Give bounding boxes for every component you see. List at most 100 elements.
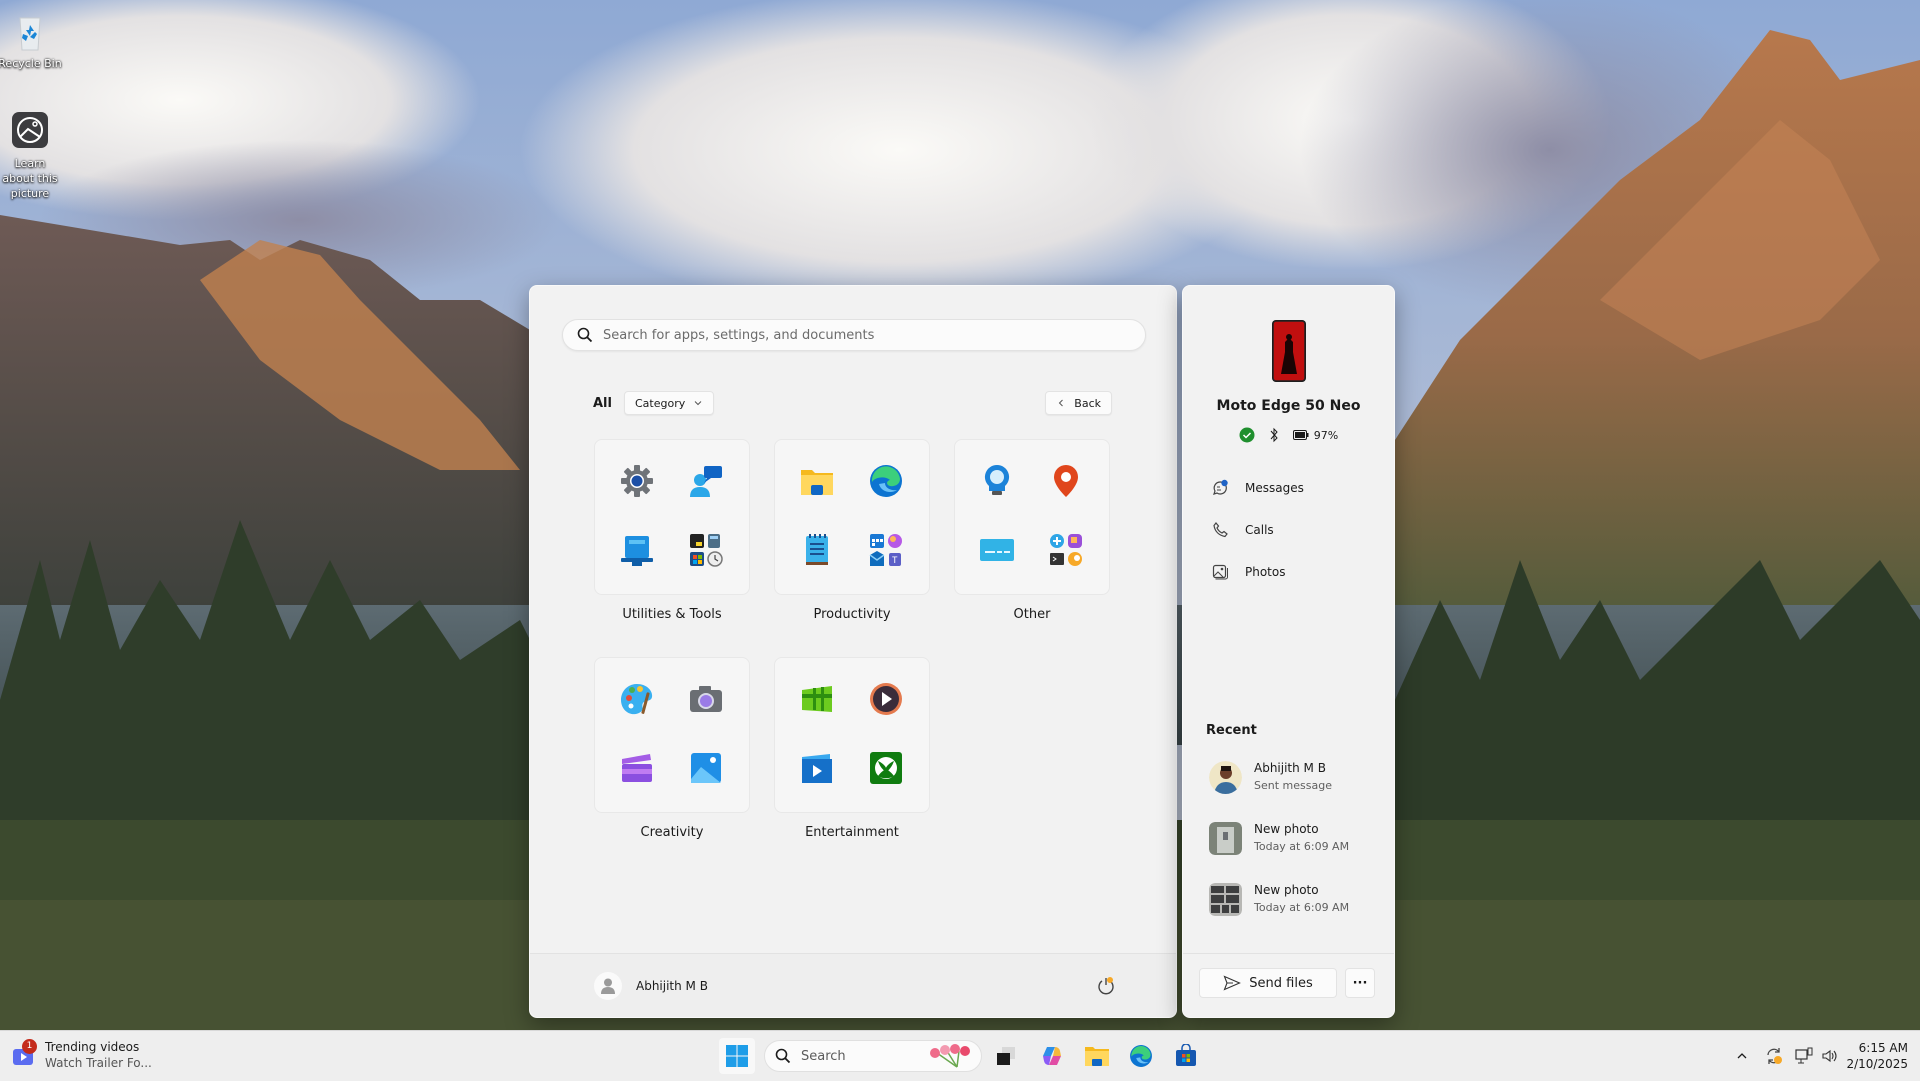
widget-subtitle: Watch Trailer Fo... — [45, 1056, 152, 1070]
desktop-icon-label: Learn about this picture — [2, 157, 58, 200]
svg-text:T: T — [892, 555, 898, 565]
video-editor-icon — [802, 754, 832, 783]
category-tile[interactable]: T — [774, 439, 930, 595]
clock-time: 6:15 AM — [1858, 1041, 1908, 1055]
notification-badge: 1 — [22, 1039, 37, 1054]
start-search-box[interactable]: Search for apps, settings, and documents — [562, 319, 1146, 351]
photo-thumbnail — [1209, 882, 1242, 916]
widget-icon-wrap: 1 — [12, 1039, 37, 1067]
recent-item[interactable]: Abhijith M B Sent message — [1209, 760, 1332, 794]
network-button[interactable] — [1792, 1044, 1816, 1068]
avatar — [594, 972, 622, 1000]
phone-image — [1272, 320, 1306, 382]
category-other[interactable]: Other — [954, 439, 1110, 622]
more-options-button[interactable]: ··· — [1345, 968, 1375, 998]
search-icon — [577, 327, 593, 343]
category-utilities-tools[interactable]: Utilities & Tools — [594, 439, 750, 622]
desktop-icon-learn-about-picture[interactable]: Learn about this picture — [0, 110, 62, 201]
task-view-button[interactable] — [988, 1038, 1024, 1074]
user-name: Abhijith M B — [636, 979, 708, 993]
category-creativity[interactable]: Creativity — [594, 657, 750, 840]
send-files-button[interactable]: Send files — [1199, 968, 1337, 998]
microsoft-store-icon — [1176, 1044, 1196, 1066]
category-tile[interactable] — [594, 439, 750, 595]
category-label: Creativity — [640, 825, 704, 840]
taskbar: 1 Trending videos Watch Trailer Fo... Se… — [0, 1030, 1920, 1081]
recent-subtitle: Today at 6:09 AM — [1254, 840, 1350, 853]
task-view-icon — [997, 1047, 1015, 1065]
phone-link-messages[interactable]: Messages — [1211, 479, 1304, 497]
live-captions-icon — [980, 539, 1014, 561]
view-filters: All Category — [593, 391, 715, 415]
recent-title: New photo — [1254, 883, 1319, 897]
windows-backup-icon — [621, 536, 653, 566]
microsoft-store-button[interactable] — [1168, 1038, 1204, 1074]
category-label: Category — [634, 396, 686, 410]
get-help-icon — [690, 466, 722, 497]
start-button[interactable] — [719, 1038, 755, 1074]
category-label: Utilities & Tools — [622, 607, 722, 622]
media-player-icon — [870, 683, 902, 715]
sync-status-button[interactable] — [1762, 1044, 1786, 1068]
start-footer: Abhijith M B — [530, 953, 1176, 1017]
user-icon — [601, 978, 615, 994]
edge-icon — [1130, 1045, 1152, 1067]
copilot-button[interactable] — [1034, 1038, 1070, 1074]
battery-level: 97% — [1313, 428, 1339, 442]
desktop-icon-label: Recycle Bin — [0, 57, 62, 70]
category-tile[interactable] — [594, 657, 750, 813]
paint-icon — [621, 684, 653, 715]
file-explorer-icon — [1085, 1047, 1109, 1066]
user-account-button[interactable]: Abhijith M B — [594, 972, 708, 1000]
chevron-down-icon — [694, 401, 702, 406]
back-label: Back — [1074, 396, 1101, 410]
network-icon — [1795, 1047, 1813, 1064]
taskbar-search-box[interactable]: Search — [764, 1040, 982, 1072]
category-label: Productivity — [813, 607, 891, 622]
category-dropdown[interactable]: Category — [623, 391, 715, 415]
send-icon — [1223, 975, 1242, 991]
power-icon[interactable] — [1096, 976, 1116, 996]
clipchamp-icon — [622, 754, 652, 782]
volume-button[interactable] — [1818, 1044, 1842, 1068]
phone-icon — [1213, 522, 1228, 538]
clock[interactable]: 6:15 AM 2/10/2025 — [1846, 1040, 1908, 1072]
category-tile[interactable] — [954, 439, 1110, 595]
start-menu: Search for apps, settings, and documents… — [529, 285, 1177, 1018]
recycle-bin-icon — [8, 10, 52, 54]
volume-icon — [1822, 1049, 1837, 1063]
flowers-icon — [930, 1044, 970, 1068]
recent-subtitle: Today at 6:09 AM — [1254, 901, 1350, 914]
xbox-icon — [870, 752, 902, 784]
category-entertainment[interactable]: Entertainment — [774, 657, 930, 840]
link-label: Messages — [1245, 481, 1304, 495]
recent-subtitle: Sent message — [1254, 779, 1332, 792]
link-label: Calls — [1245, 523, 1274, 537]
show-hidden-icons-button[interactable] — [1730, 1044, 1754, 1068]
phone-link-calls[interactable]: Calls — [1211, 521, 1274, 539]
recent-item[interactable]: New photo Today at 6:09 AM — [1209, 882, 1349, 916]
all-label[interactable]: All — [593, 396, 612, 411]
edge-button[interactable] — [1123, 1038, 1159, 1074]
phone-link-photos[interactable]: Photos — [1211, 563, 1285, 581]
phone-link-panel: Moto Edge 50 Neo 97% Messages Calls Phot… — [1182, 285, 1395, 1018]
desktop-icon-recycle-bin[interactable]: Recycle Bin — [0, 10, 62, 71]
widget-title: Trending videos — [45, 1040, 140, 1054]
battery-status: 97% — [1292, 428, 1339, 442]
recent-title: New photo — [1254, 822, 1319, 836]
taskbar-search-placeholder: Search — [801, 1048, 846, 1064]
start-icon — [726, 1045, 748, 1067]
copilot-icon — [1043, 1047, 1061, 1065]
edge-icon — [870, 465, 902, 497]
widgets-button[interactable]: 1 Trending videos Watch Trailer Fo... — [12, 1039, 152, 1071]
search-icon — [775, 1048, 791, 1064]
back-button[interactable]: Back — [1045, 391, 1112, 415]
category-tile[interactable] — [774, 657, 930, 813]
recent-item[interactable]: New photo Today at 6:09 AM — [1209, 821, 1349, 855]
file-explorer-button[interactable] — [1079, 1038, 1115, 1074]
tips-icon — [984, 464, 1010, 495]
category-productivity[interactable]: T Productivity — [774, 439, 930, 622]
device-status: 97% — [1183, 427, 1394, 443]
more-icon: ··· — [1352, 975, 1368, 991]
maps-icon — [1054, 465, 1078, 497]
